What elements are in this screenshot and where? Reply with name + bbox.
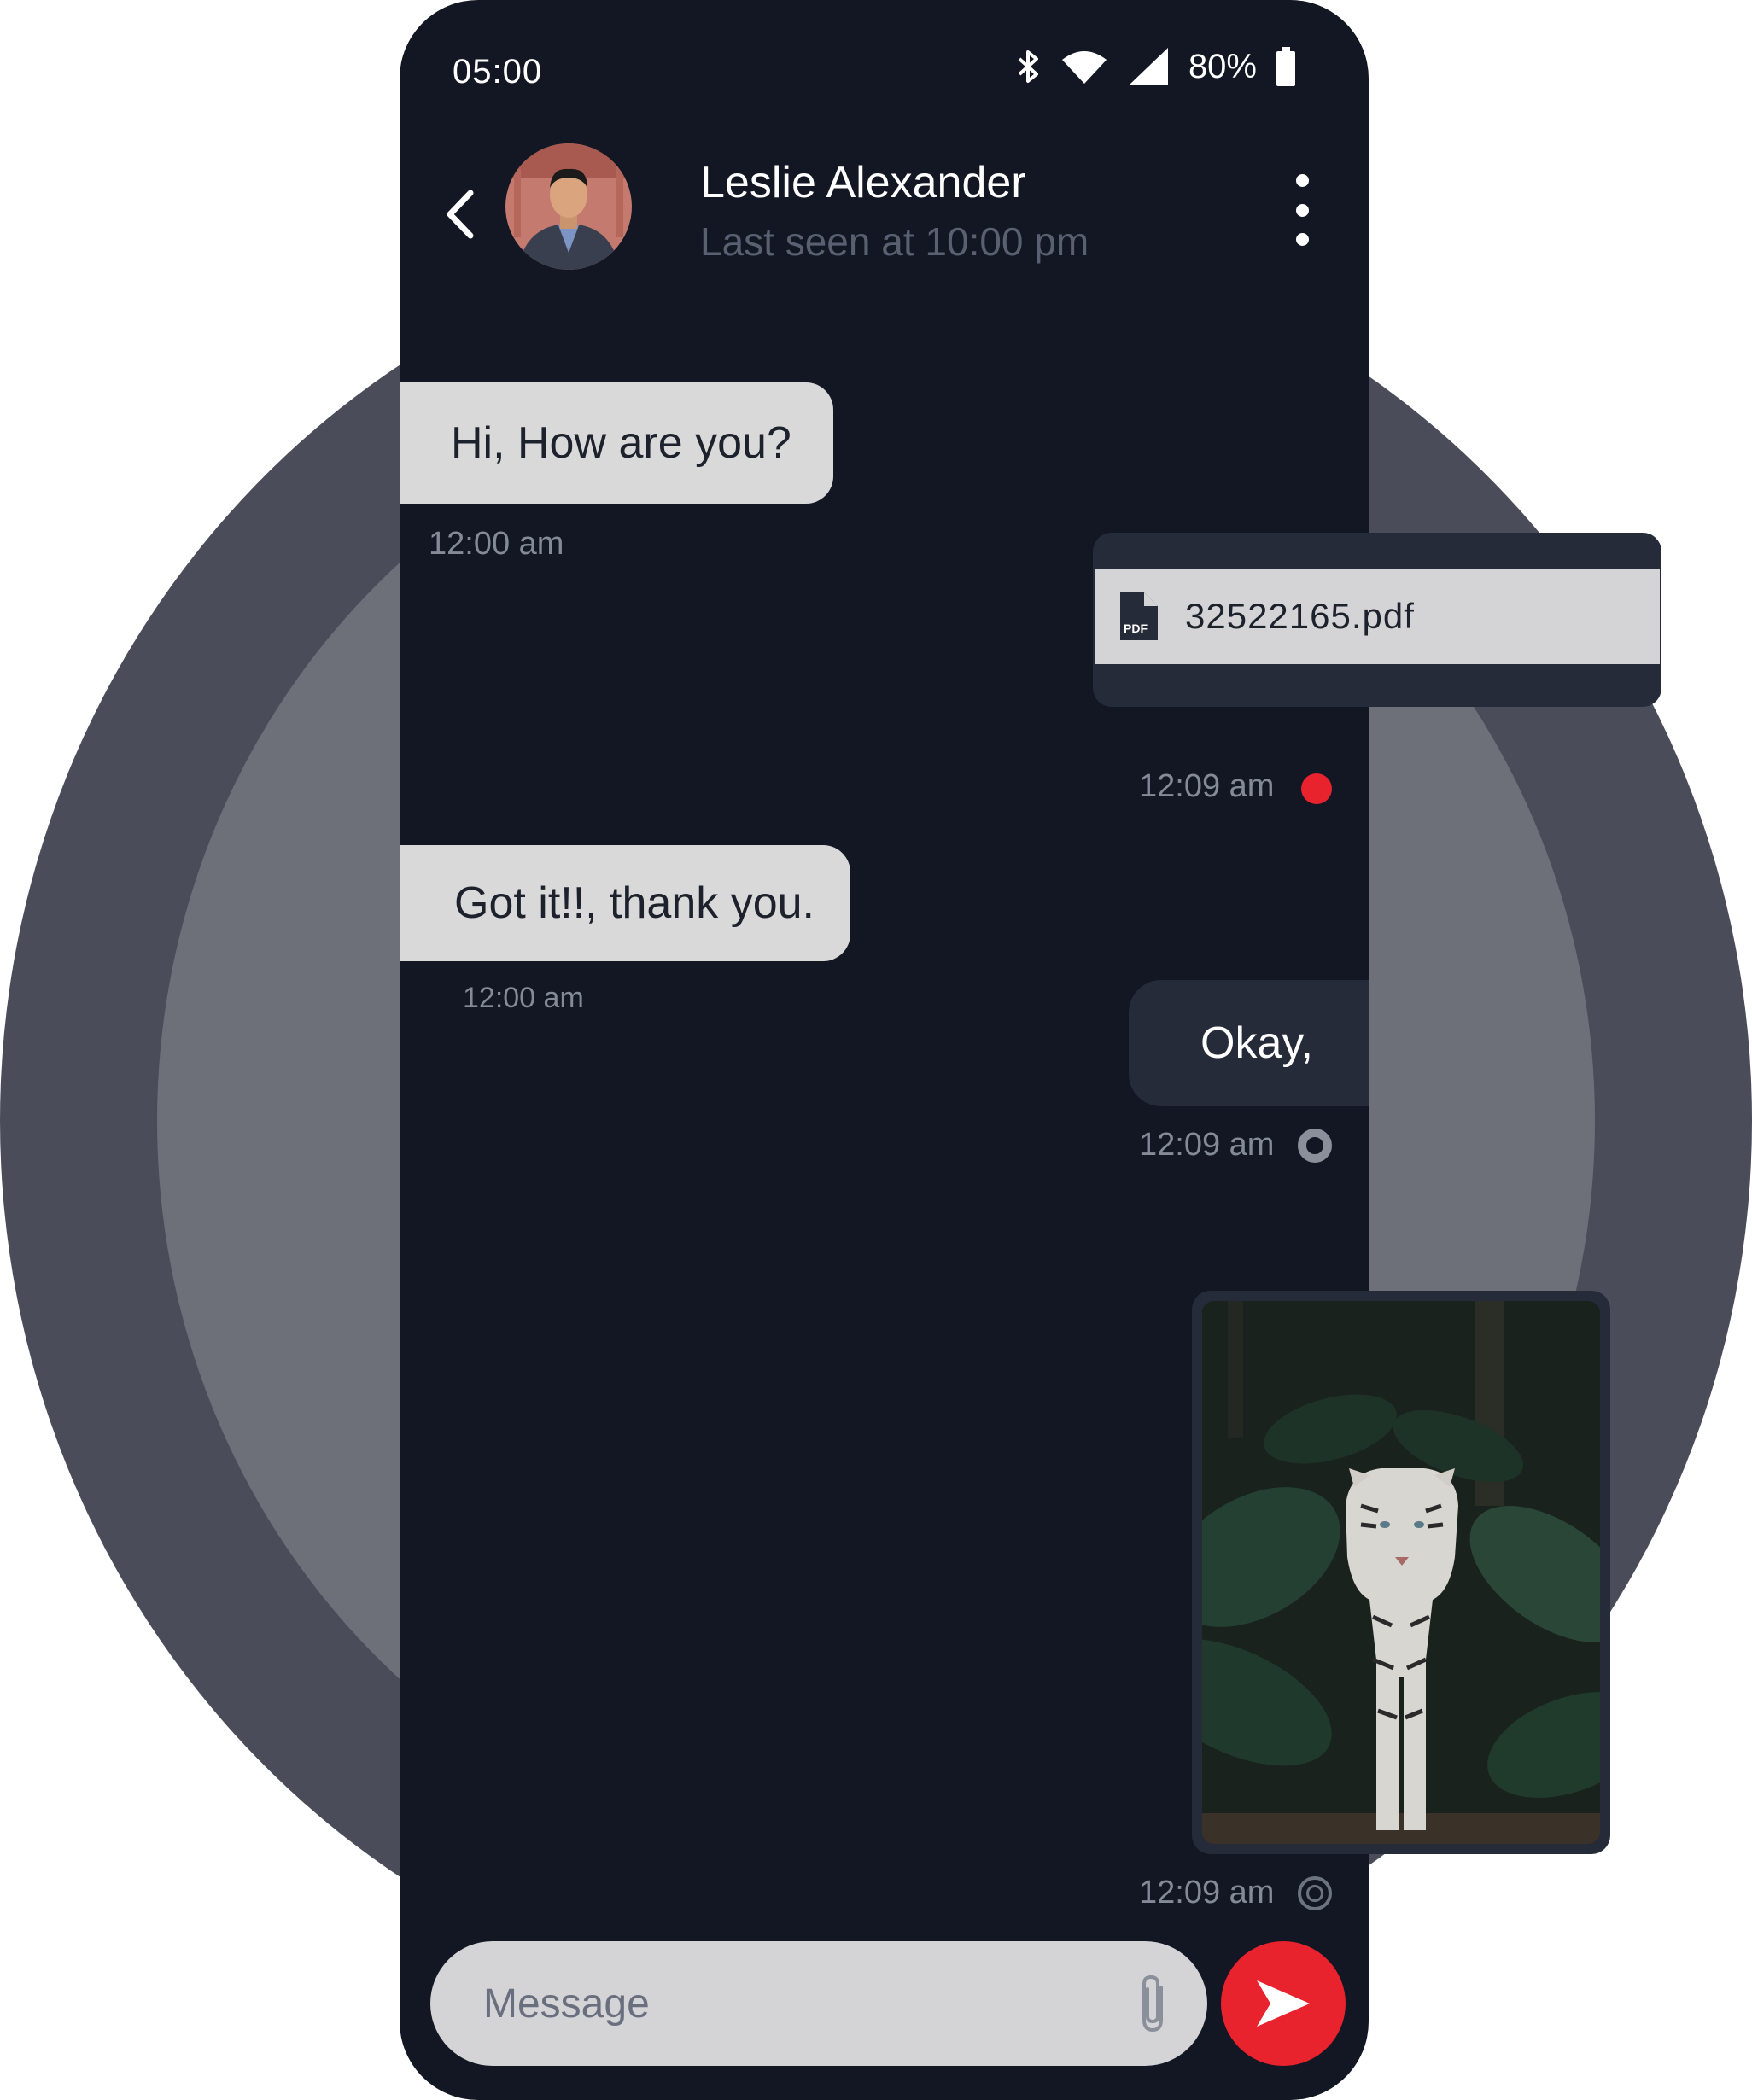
message-input[interactable] [483,1941,1081,2066]
tiger-photo [1202,1301,1600,1844]
pdf-file-name: 32522165.pdf [1185,596,1415,636]
status-icons: 80% [1016,46,1296,87]
wifi-icon [1061,51,1107,84]
file-message: PDF 32522165.pdf [1093,533,1661,707]
pdf-file-icon: PDF [1120,592,1158,640]
message-composer [430,1941,1207,2066]
outgoing-message[interactable]: Okay, [1129,980,1369,1106]
back-button[interactable] [430,167,490,261]
message-timestamp: 12:00 am [429,526,564,562]
pdf-attachment[interactable]: PDF 32522165.pdf [1095,569,1660,664]
more-vertical-icon [1295,174,1309,187]
status-time: 05:00 [453,53,543,90]
bluetooth-icon [1018,50,1038,83]
message-timestamp: 12:00 am [463,982,584,1014]
chevron-left-icon [447,190,474,239]
message-timestamp: 12:09 am [1139,1127,1275,1163]
signal-icon [1128,48,1168,85]
delivered-status-icon [1298,1129,1332,1163]
message-timestamp: 12:09 am [1139,1875,1275,1910]
contact-name: Leslie Alexander [700,158,1026,207]
incoming-message[interactable]: Got it!!, thank you. [400,845,850,961]
send-button[interactable] [1221,1941,1346,2066]
status-bar: 05:00 80% [400,0,1369,145]
more-options-button[interactable] [1285,174,1319,246]
send-icon [1257,1980,1310,2027]
image-message[interactable] [1192,1291,1610,1854]
sent-status-icon [1298,1876,1332,1910]
chat-header: Leslie Alexander Last seen at 10:00 pm [400,143,1369,280]
attachment-clip-icon[interactable] [1134,1972,1171,2035]
battery-percent: 80% [1188,47,1257,85]
avatar[interactable] [505,143,632,270]
pdf-icon-label: PDF [1124,621,1148,635]
unread-status-icon [1301,773,1332,804]
battery-icon [1276,47,1295,86]
incoming-message[interactable]: Hi, How are you? [400,382,833,504]
last-seen-status: Last seen at 10:00 pm [700,219,1089,264]
message-timestamp: 12:09 am [1139,768,1275,804]
